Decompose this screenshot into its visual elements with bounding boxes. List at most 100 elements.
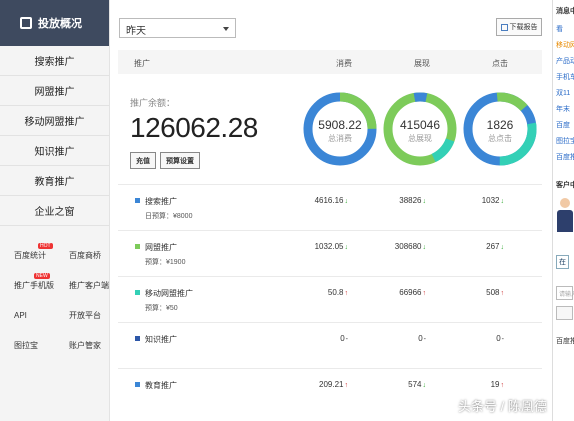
message-link[interactable]: 百度	[556, 120, 570, 130]
metric-cost: 209.21↑	[308, 380, 348, 389]
sidebar-tool-row: API 开放平台	[0, 300, 110, 330]
metric-value: 38826	[399, 196, 422, 205]
arrow-up-icon: ↑	[344, 382, 349, 389]
cs-submit-button[interactable]	[556, 306, 573, 320]
sidebar-tool-label: API	[14, 310, 27, 320]
metric-cost: 1032.05↓	[308, 242, 348, 251]
message-link[interactable]: 看	[556, 24, 563, 34]
arrow-down-icon: ↓	[422, 244, 427, 251]
sidebar-tool-link[interactable]: 图拉宝	[0, 340, 55, 351]
campaign-budget: 预算：¥50	[145, 305, 178, 312]
metric-impr: 38826↓	[386, 196, 426, 205]
sidebar-tool-label: 百度统计	[14, 250, 46, 260]
metric-value: 0	[418, 334, 423, 343]
campaign-name[interactable]: 知识推广	[145, 334, 177, 345]
table-header: 推广 消费 展现 点击	[118, 50, 542, 74]
sidebar-tool-link[interactable]: 百度商桥	[55, 250, 110, 261]
sidebar-tool-label: 推广手机版	[14, 280, 54, 290]
col-cost: 消费	[336, 59, 352, 68]
sidebar-tool-link[interactable]: 百度统计 HOT	[0, 242, 55, 261]
message-link[interactable]: 双11	[556, 88, 570, 98]
campaign-name[interactable]: 移动网盟推广	[145, 288, 193, 299]
dash-icon: -	[501, 336, 504, 343]
date-range-select[interactable]: 昨天	[119, 18, 236, 38]
sidebar-tool-row: 图拉宝 账户管家	[0, 330, 110, 360]
metric-impr: 66966↑	[386, 288, 426, 297]
legend-square-icon	[135, 382, 140, 387]
dash-icon: -	[345, 336, 348, 343]
budget-settings-button[interactable]: 预算设置	[160, 152, 200, 169]
sidebar-tool-link[interactable]: API	[0, 311, 55, 320]
sidebar-tool-row: 推广手机版 NEW 推广客户端	[0, 270, 110, 300]
sidebar-tool-link[interactable]: 账户管家	[55, 340, 110, 351]
sidebar-item[interactable]: 移动网盟推广	[0, 106, 109, 136]
arrow-down-icon: ↓	[500, 244, 505, 251]
campaign-row: 搜索推广 日预算：¥8000 4616.16↓ 38826↓ 1032↓	[118, 184, 542, 230]
message-link[interactable]: 手机车	[556, 72, 574, 82]
sidebar-item[interactable]: 教育推广	[0, 166, 109, 196]
arrow-down-icon: ↓	[500, 198, 505, 205]
sidebar-tool-label: 图拉宝	[14, 340, 38, 350]
metric-cost: 4616.16↓	[308, 196, 348, 205]
arrow-up-icon: ↑	[422, 290, 427, 297]
legend-square-icon	[135, 244, 140, 249]
metric-value: 4616.16	[314, 196, 344, 205]
metric-value: 1032	[481, 196, 500, 205]
arrow-up-icon: ↑	[500, 382, 505, 389]
metric-click: 267↓	[464, 242, 504, 251]
sidebar-item-overview[interactable]: 投放概况	[0, 0, 109, 46]
sidebar-tool-label: 账户管家	[69, 340, 101, 350]
metric-value: 19	[490, 380, 500, 389]
cost-ring: 5908.22 总消费	[302, 84, 378, 174]
legend-square-icon	[135, 290, 140, 295]
sidebar-item[interactable]: 企业之窗	[0, 196, 109, 226]
campaign-name[interactable]: 搜索推广	[145, 196, 177, 207]
sidebar-item[interactable]: 搜索推广	[0, 46, 109, 76]
messages-title: 消息中	[556, 8, 574, 15]
sidebar-tool-link[interactable]: 开放平台	[55, 310, 110, 321]
arrow-down-icon: ↓	[422, 382, 427, 389]
right-panel: 消息中 看移动网产品动手机车双11 年末百度图拉宝百度推 客户中 在 请输入 百度…	[552, 0, 574, 421]
total-clicks-value: 1826	[486, 118, 514, 132]
download-report-label: 下载报告	[509, 24, 538, 31]
clicks-ring: 1826 总点击	[462, 84, 538, 174]
campaign-row: 网盟推广 预算：¥1900 1032.05↓ 308680↓ 267↓	[118, 230, 542, 276]
recharge-button[interactable]: 充值	[130, 152, 156, 169]
metric-cost: 50.8↑	[308, 288, 348, 297]
sidebar-tool-label: 开放平台	[69, 310, 101, 320]
online-service-button[interactable]: 在	[556, 255, 569, 269]
metric-click: 508↑	[464, 288, 504, 297]
campaign-budget: 预算：¥1900	[145, 259, 186, 266]
sidebar-item[interactable]: 知识推广	[0, 136, 109, 166]
metric-value: 0	[340, 334, 345, 343]
sidebar-tool-link[interactable]: 推广手机版 NEW	[0, 272, 55, 291]
sidebar-tool-link[interactable]: 推广客户端	[55, 280, 110, 291]
campaign-row: 知识推广 0- 0- 0-	[118, 322, 542, 368]
metric-value: 1032.05	[314, 242, 344, 251]
metric-click: 1032↓	[464, 196, 504, 205]
message-link[interactable]: 产品动	[556, 56, 574, 66]
campaign-name[interactable]: 教育推广	[145, 380, 177, 391]
balance-value: 126062.28	[130, 112, 258, 143]
arrow-down-icon: ↓	[422, 198, 427, 205]
message-link[interactable]: 年末	[556, 104, 570, 114]
message-link[interactable]: 图拉宝	[556, 136, 574, 146]
metric-value: 267	[486, 242, 500, 251]
sidebar-item[interactable]: 网盟推广	[0, 76, 109, 106]
sidebar-menu: 搜索推广 网盟推广 移动网盟推广 知识推广 教育推广 企业之窗	[0, 46, 109, 226]
bottom-link[interactable]: 百度推	[556, 336, 574, 346]
campaign-name[interactable]: 网盟推广	[145, 242, 177, 253]
arrow-down-icon: ↓	[344, 198, 349, 205]
message-link[interactable]: 移动网	[556, 40, 574, 50]
impressions-ring: 415046 总展现	[382, 84, 458, 174]
download-report-button[interactable]: 下载报告	[496, 18, 542, 36]
sidebar-item-label: 投放概况	[38, 18, 82, 30]
metric-value: 308680	[394, 242, 422, 251]
message-link[interactable]: 百度推	[556, 152, 574, 162]
metric-click: 19↑	[464, 380, 504, 389]
balance-label: 推广余额：	[130, 98, 176, 108]
cs-input[interactable]: 请输入	[556, 286, 574, 300]
sidebar-tool-label: 推广客户端	[69, 280, 109, 290]
metric-impr: 0-	[386, 334, 426, 343]
total-impressions-value: 415046	[399, 118, 441, 132]
